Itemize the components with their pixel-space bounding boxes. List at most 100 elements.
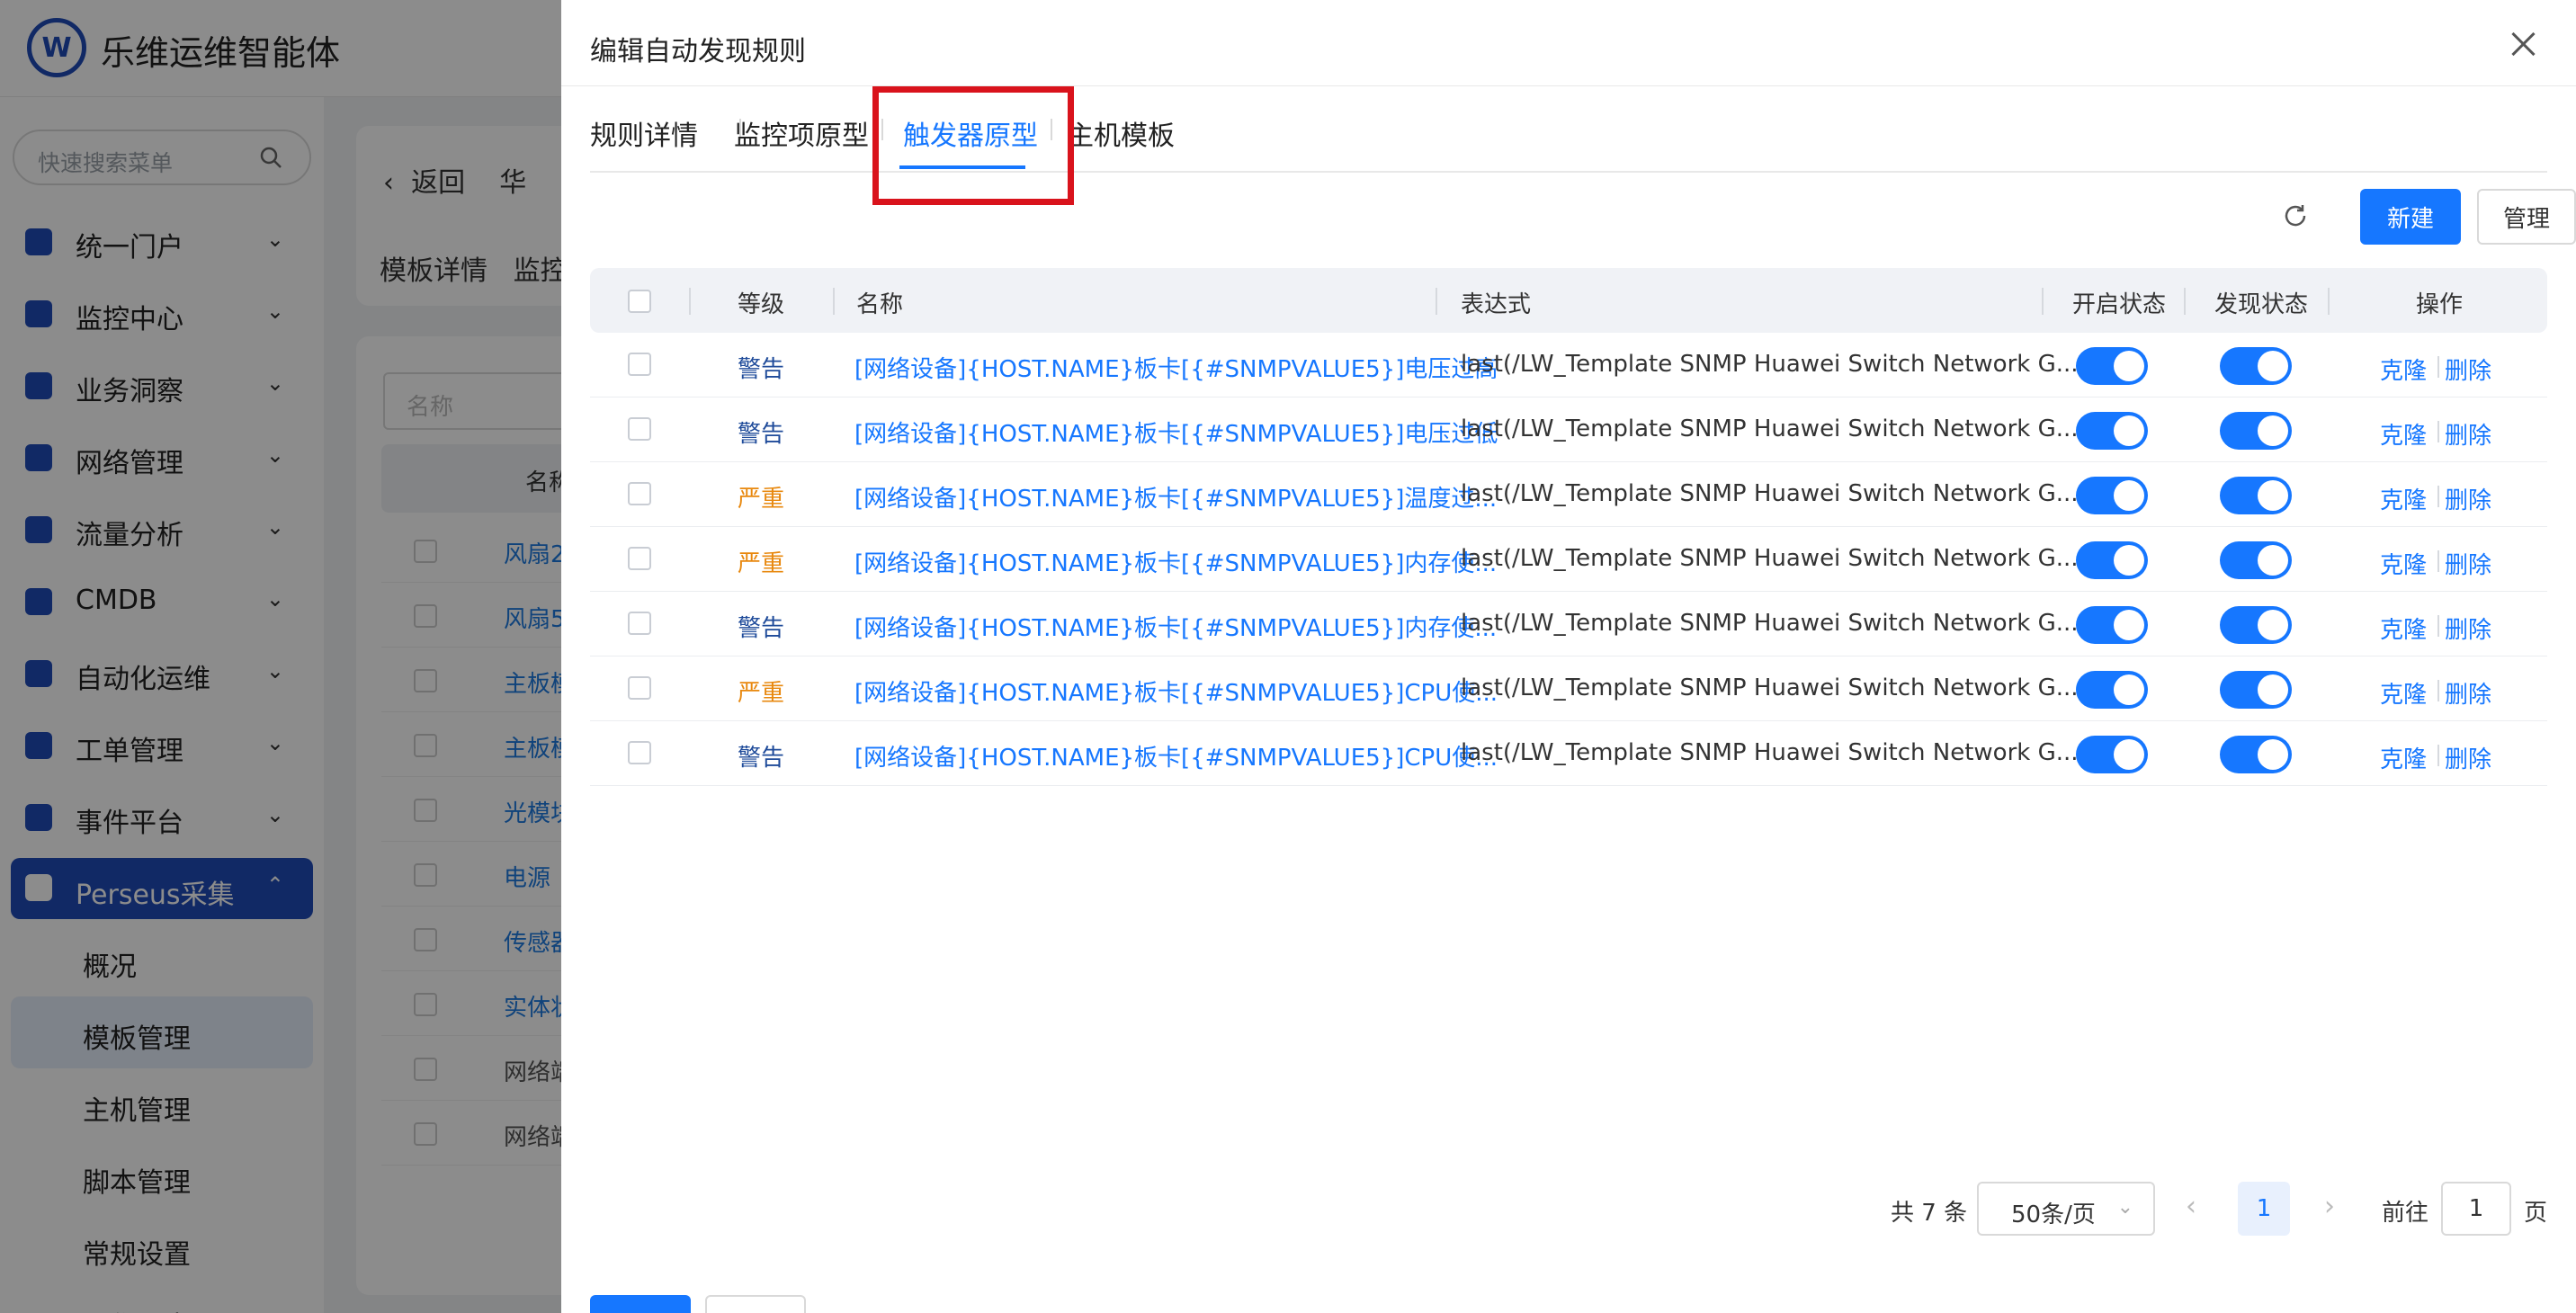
table-header: 等级 名称 表达式 开启状态 发现状态 操作 — [590, 268, 2547, 333]
column-divider — [2328, 288, 2330, 315]
column-divider — [689, 288, 691, 315]
action-divider — [2437, 486, 2439, 507]
enabled-toggle[interactable] — [2076, 477, 2148, 514]
table-row[interactable]: 严重 [网络设备]{HOST.NAME}板卡[{#SNMPVALUE5}]CPU… — [590, 656, 2547, 721]
column-actions-header: 操作 — [2416, 291, 2464, 318]
delete-link[interactable]: 删除 — [2445, 612, 2491, 645]
enabled-toggle[interactable] — [2076, 412, 2148, 450]
table-row[interactable]: 警告 [网络设备]{HOST.NAME}板卡[{#SNMPVALUE5}]内存使… — [590, 592, 2547, 656]
enabled-toggle[interactable] — [2076, 541, 2148, 579]
prev-page-icon[interactable]: ‹ — [2186, 1191, 2196, 1222]
discover-toggle[interactable] — [2220, 541, 2292, 579]
cancel-button[interactable] — [705, 1295, 806, 1313]
row-expression: last(/LW_Template SNMP Huawei Switch Net… — [1461, 545, 2079, 572]
clone-link[interactable]: 克隆 — [2380, 741, 2427, 774]
edit-discovery-rule-drawer: 编辑自动发现规则 规则详情 监控项原型 触发器原型 主机模板 新建 管理 等级 … — [561, 0, 2576, 1313]
delete-link[interactable]: 删除 — [2445, 676, 2491, 710]
tab-item-prototypes[interactable]: 监控项原型 — [734, 113, 869, 153]
goto-label: 前往 — [2382, 1200, 2429, 1227]
clone-link[interactable]: 克隆 — [2380, 353, 2427, 386]
new-button[interactable]: 新建 — [2360, 189, 2461, 245]
delete-link[interactable]: 删除 — [2445, 417, 2491, 451]
pagination-total: 共 7 条 — [1891, 1200, 1968, 1227]
enabled-toggle[interactable] — [2076, 671, 2148, 709]
chevron-down-icon: ⌄ — [2116, 1196, 2133, 1219]
discover-toggle[interactable] — [2220, 606, 2292, 644]
tab-rule-detail[interactable]: 规则详情 — [590, 113, 698, 153]
row-level: 警告 — [738, 421, 785, 448]
page-size-value: 50条/页 — [2011, 1201, 2096, 1228]
pagination: 共 7 条 50条/页 ⌄ ‹ 1 › 前往 1 页 — [561, 1180, 2576, 1237]
table-row[interactable]: 警告 [网络设备]{HOST.NAME}板卡[{#SNMPVALUE5}]电压过… — [590, 333, 2547, 397]
row-level: 严重 — [738, 486, 785, 513]
clone-link[interactable]: 克隆 — [2380, 612, 2427, 645]
table-row[interactable]: 严重 [网络设备]{HOST.NAME}板卡[{#SNMPVALUE5}]内存使… — [590, 527, 2547, 592]
drawer-header: 编辑自动发现规则 — [561, 0, 2576, 86]
action-divider — [2437, 421, 2439, 442]
refresh-icon[interactable] — [2281, 201, 2310, 230]
row-checkbox[interactable] — [628, 741, 651, 764]
column-expression-header: 表达式 — [1461, 291, 1532, 318]
delete-link[interactable]: 删除 — [2445, 547, 2491, 580]
column-name-header: 名称 — [856, 291, 904, 318]
column-level-header: 等级 — [738, 291, 785, 318]
action-divider — [2437, 745, 2439, 766]
action-divider — [2437, 550, 2439, 572]
next-page-icon[interactable]: › — [2324, 1191, 2335, 1222]
row-checkbox[interactable] — [628, 676, 651, 700]
page-number-button[interactable]: 1 — [2238, 1182, 2290, 1236]
delete-link[interactable]: 删除 — [2445, 353, 2491, 386]
row-name-link[interactable]: [网络设备]{HOST.NAME}板卡[{#SNMPVALUE5}]内存使... — [854, 545, 1497, 578]
clone-link[interactable]: 克隆 — [2380, 676, 2427, 710]
clone-link[interactable]: 克隆 — [2380, 417, 2427, 451]
column-enabled-header: 开启状态 — [2072, 291, 2167, 318]
row-checkbox[interactable] — [628, 547, 651, 570]
clone-link[interactable]: 克隆 — [2380, 482, 2427, 515]
discover-toggle[interactable] — [2220, 412, 2292, 450]
manage-button[interactable]: 管理 — [2477, 189, 2576, 245]
discover-toggle[interactable] — [2220, 736, 2292, 773]
page-size-select[interactable]: 50条/页 ⌄ — [1977, 1182, 2155, 1236]
table-row[interactable]: 警告 [网络设备]{HOST.NAME}板卡[{#SNMPVALUE5}]电压过… — [590, 397, 2547, 462]
delete-link[interactable]: 删除 — [2445, 741, 2491, 774]
row-checkbox[interactable] — [628, 353, 651, 376]
row-name-link[interactable]: [网络设备]{HOST.NAME}板卡[{#SNMPVALUE5}]温度过... — [854, 480, 1497, 514]
delete-link[interactable]: 删除 — [2445, 482, 2491, 515]
page-suffix-label: 页 — [2524, 1200, 2548, 1227]
goto-page-input[interactable]: 1 — [2441, 1182, 2511, 1236]
confirm-button[interactable] — [590, 1295, 691, 1313]
table-row[interactable]: 严重 [网络设备]{HOST.NAME}板卡[{#SNMPVALUE5}]温度过… — [590, 462, 2547, 527]
column-divider — [1436, 288, 1437, 315]
discover-toggle[interactable] — [2220, 477, 2292, 514]
clone-link[interactable]: 克隆 — [2380, 547, 2427, 580]
row-checkbox[interactable] — [628, 417, 651, 441]
enabled-toggle[interactable] — [2076, 606, 2148, 644]
table-row[interactable]: 警告 [网络设备]{HOST.NAME}板卡[{#SNMPVALUE5}]CPU… — [590, 721, 2547, 786]
row-name-link[interactable]: [网络设备]{HOST.NAME}板卡[{#SNMPVALUE5}]电压过高 — [854, 351, 1498, 384]
enabled-toggle[interactable] — [2076, 347, 2148, 385]
row-expression: last(/LW_Template SNMP Huawei Switch Net… — [1461, 674, 2079, 701]
enabled-toggle[interactable] — [2076, 736, 2148, 773]
row-level: 警告 — [738, 356, 785, 383]
close-icon[interactable] — [2509, 31, 2536, 58]
row-level: 严重 — [738, 680, 785, 707]
row-level: 警告 — [738, 745, 785, 772]
drawer-title: 编辑自动发现规则 — [590, 36, 806, 67]
column-divider — [833, 288, 835, 315]
tab-host-templates[interactable]: 主机模板 — [1067, 113, 1175, 153]
discover-toggle[interactable] — [2220, 671, 2292, 709]
row-checkbox[interactable] — [628, 612, 651, 635]
select-all-checkbox[interactable] — [628, 290, 651, 313]
row-checkbox[interactable] — [628, 482, 651, 505]
row-level: 严重 — [738, 550, 785, 577]
row-name-link[interactable]: [网络设备]{HOST.NAME}板卡[{#SNMPVALUE5}]电压过低 — [854, 415, 1498, 449]
discover-toggle[interactable] — [2220, 347, 2292, 385]
action-divider — [2437, 680, 2439, 701]
row-name-link[interactable]: [网络设备]{HOST.NAME}板卡[{#SNMPVALUE5}]内存使... — [854, 610, 1497, 643]
column-discover-header: 发现状态 — [2214, 291, 2309, 318]
row-name-link[interactable]: [网络设备]{HOST.NAME}板卡[{#SNMPVALUE5}]CPU使..… — [854, 674, 1498, 708]
row-name-link[interactable]: [网络设备]{HOST.NAME}板卡[{#SNMPVALUE5}]CPU使..… — [854, 739, 1498, 773]
row-expression: last(/LW_Template SNMP Huawei Switch Net… — [1461, 415, 2079, 442]
column-divider — [2184, 288, 2186, 315]
action-divider — [2437, 615, 2439, 637]
